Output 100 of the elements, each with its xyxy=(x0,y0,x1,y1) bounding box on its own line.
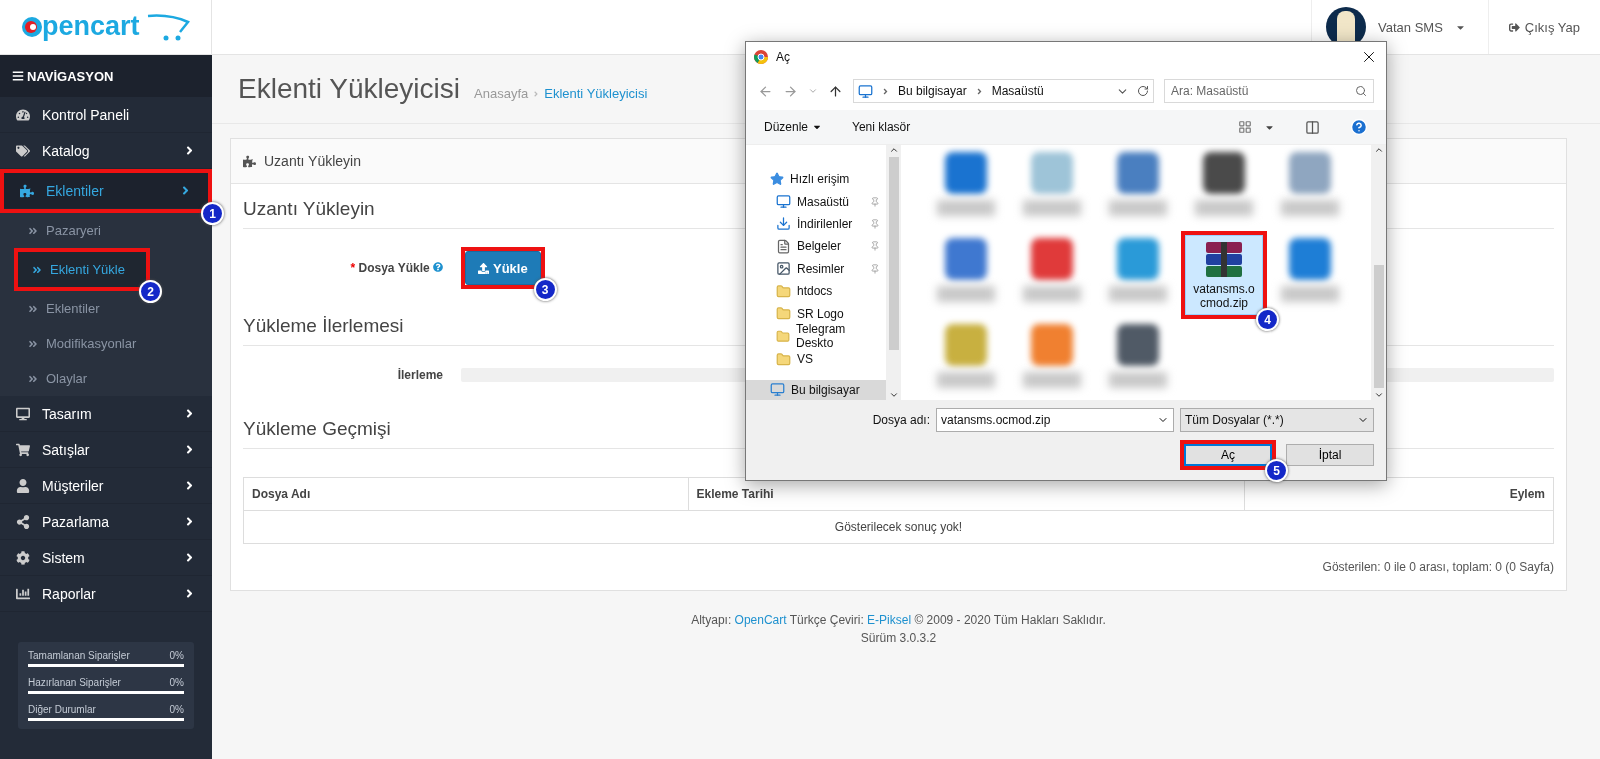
refresh-icon[interactable] xyxy=(1137,85,1149,97)
column-header: Dosya Adı xyxy=(243,477,688,511)
separator-icon xyxy=(881,86,890,96)
toolbar-button[interactable]: Düzenle xyxy=(764,120,823,134)
folder-icon xyxy=(776,283,791,299)
scroll-down-icon[interactable] xyxy=(1373,390,1384,400)
nav-item[interactable]: Satışlar xyxy=(0,432,212,468)
step-badge: 3 xyxy=(533,278,557,301)
pin-icon xyxy=(870,196,880,207)
recent-caret-icon[interactable] xyxy=(808,86,818,96)
blurred-label xyxy=(1023,200,1081,216)
toolbar-button[interactable]: Yeni klasör xyxy=(852,120,911,134)
step-badge: 4 xyxy=(1256,308,1279,331)
upload-icon xyxy=(478,262,489,274)
search-field[interactable]: Ara: Masaüstü xyxy=(1164,79,1374,103)
field-label: * Dosya Yükle xyxy=(243,261,443,275)
nav-item[interactable]: Katalog xyxy=(0,133,212,169)
nav-pane-item[interactable]: Bu bilgisayar xyxy=(746,379,886,400)
back-icon[interactable] xyxy=(758,83,773,99)
scrollbar[interactable] xyxy=(1371,145,1386,400)
blurred-file-icon[interactable] xyxy=(1117,324,1159,366)
blurred-label xyxy=(1109,372,1167,388)
cart-icon xyxy=(16,442,30,457)
preview-pane-icon[interactable] xyxy=(1305,119,1320,135)
nav-pane-item[interactable]: SR Logo xyxy=(746,303,886,324)
file-item[interactable]: vatansms.ocmod.zip xyxy=(1185,235,1263,315)
pin-icon xyxy=(870,218,880,229)
forward-icon[interactable] xyxy=(783,83,798,99)
nav-item[interactable]: Kontrol Paneli xyxy=(0,97,212,133)
nav-pane-item[interactable]: Resimler xyxy=(746,258,886,279)
blurred-file-icon[interactable] xyxy=(1117,152,1159,194)
picture-icon xyxy=(776,261,791,277)
address-field[interactable]: Bu bilgisayar Masaüstü xyxy=(853,79,1154,103)
pin-icon xyxy=(870,241,880,252)
star-icon xyxy=(770,172,784,187)
download-icon xyxy=(776,216,791,232)
filename-field[interactable]: vatansms.ocmod.zip xyxy=(936,408,1174,432)
nav-item[interactable]: Sistem xyxy=(0,540,212,576)
document-icon xyxy=(776,238,791,254)
bar-chart-icon xyxy=(16,586,30,601)
nav-item[interactable]: Müşteriler xyxy=(0,468,212,504)
blurred-file-icon[interactable] xyxy=(1117,238,1159,280)
blurred-file-icon[interactable] xyxy=(945,238,987,280)
blurred-file-icon[interactable] xyxy=(1031,238,1073,280)
logout-link[interactable]: Çıkış Yap xyxy=(1487,0,1600,54)
folder-icon xyxy=(776,351,791,367)
puzzle-icon xyxy=(243,154,256,168)
step-badge: 1 xyxy=(201,202,224,225)
nav-pane-item[interactable]: Belgeler xyxy=(746,236,886,257)
scrollbar[interactable] xyxy=(886,145,901,400)
file-type-dropdown[interactable]: Tüm Dosyalar (*.*) xyxy=(1180,408,1374,432)
monitor-icon xyxy=(776,194,791,210)
nav-item[interactable]: Pazarlama xyxy=(0,504,212,540)
nav-pane-item[interactable]: VS xyxy=(746,349,886,370)
menu-icon xyxy=(12,70,24,82)
path-segment[interactable]: Bu bilgisayar xyxy=(898,84,967,98)
blurred-label xyxy=(1109,200,1167,216)
blurred-file-icon[interactable] xyxy=(945,152,987,194)
scroll-up-icon[interactable] xyxy=(888,145,899,155)
blurred-file-icon[interactable] xyxy=(1289,238,1331,280)
nav-item[interactable]: Tasarım xyxy=(0,396,212,432)
path-segment[interactable]: Masaüstü xyxy=(991,84,1044,98)
nav-item[interactable]: Raporlar xyxy=(0,576,212,612)
open-button[interactable]: Aç xyxy=(1184,444,1272,466)
help-icon[interactable] xyxy=(1350,118,1368,136)
help-icon[interactable] xyxy=(433,262,443,272)
computer-icon xyxy=(770,382,785,398)
double-chevron-icon xyxy=(28,303,38,314)
double-chevron-icon xyxy=(28,373,38,384)
folder-icon xyxy=(776,306,791,322)
nav-pane-item[interactable]: htdocs xyxy=(746,280,886,302)
search-icon xyxy=(1355,85,1367,97)
nav-subitem[interactable]: Eklenti Yükle xyxy=(18,252,146,287)
double-chevron-icon xyxy=(28,338,38,349)
browser-logo-icon xyxy=(754,50,768,64)
double-chevron-icon xyxy=(32,264,42,275)
user-name[interactable]: Vatan SMS xyxy=(1378,19,1443,35)
up-icon[interactable] xyxy=(828,83,843,99)
folder-icon xyxy=(776,329,790,344)
nav-item[interactable]: Eklentiler xyxy=(4,173,208,209)
upload-button[interactable]: Yükle xyxy=(465,251,541,285)
scroll-up-icon[interactable] xyxy=(1373,145,1384,155)
blurred-label xyxy=(1109,286,1167,302)
blurred-label xyxy=(1281,286,1339,302)
nav-pane-item[interactable]: Telegram Deskto xyxy=(746,325,886,348)
nav-pane-item[interactable]: Masaüstü xyxy=(746,191,886,212)
scroll-down-icon[interactable] xyxy=(888,390,899,400)
cancel-button[interactable]: İptal xyxy=(1286,444,1374,466)
view-icon[interactable] xyxy=(1238,120,1252,134)
stat-value: 0% xyxy=(169,704,184,715)
panel-title: Uzantı Yükleyin xyxy=(264,153,361,169)
opencart-logo: pencart xyxy=(20,10,190,44)
nav-title: NAVİGASYON xyxy=(27,68,114,84)
blurred-label xyxy=(1023,372,1081,388)
blurred-label xyxy=(1023,286,1081,302)
blurred-label xyxy=(1195,200,1253,216)
pin-icon xyxy=(870,263,880,274)
field-label: İlerleme xyxy=(396,368,443,382)
blurred-label xyxy=(937,200,995,216)
blurred-file-icon[interactable] xyxy=(1203,152,1245,194)
